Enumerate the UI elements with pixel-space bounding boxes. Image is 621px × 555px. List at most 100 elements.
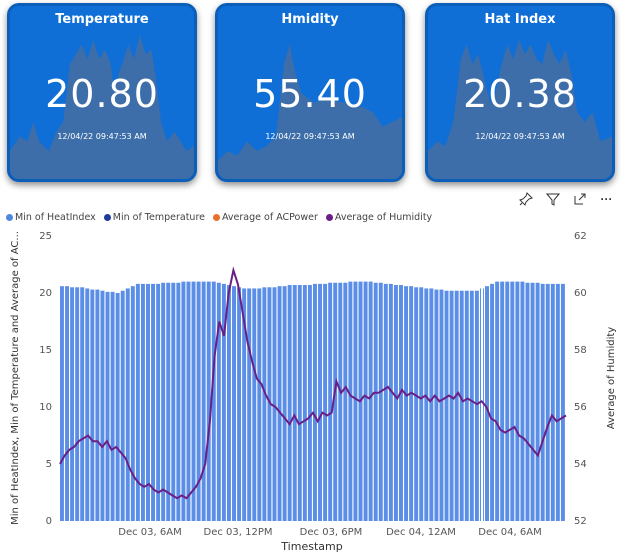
bar[interactable] xyxy=(115,293,120,521)
bar[interactable] xyxy=(151,283,156,521)
bar[interactable] xyxy=(515,281,520,521)
bar[interactable] xyxy=(510,281,515,521)
bar[interactable] xyxy=(292,285,297,521)
filter-icon[interactable] xyxy=(539,189,566,209)
bar[interactable] xyxy=(535,282,540,521)
bar[interactable] xyxy=(135,283,140,521)
bar[interactable] xyxy=(343,282,348,521)
bar[interactable] xyxy=(232,286,236,521)
bar[interactable] xyxy=(287,285,292,521)
bar[interactable] xyxy=(211,281,216,521)
bar[interactable] xyxy=(166,282,171,521)
bar[interactable] xyxy=(399,285,403,521)
bar[interactable] xyxy=(444,290,449,521)
bar[interactable] xyxy=(550,283,555,521)
bar[interactable] xyxy=(161,282,166,521)
bar[interactable] xyxy=(277,286,282,521)
bar[interactable] xyxy=(530,282,535,521)
bar[interactable] xyxy=(297,285,302,521)
more-options-icon[interactable]: ··· xyxy=(593,189,620,209)
bar[interactable] xyxy=(520,281,525,521)
bar[interactable] xyxy=(85,288,90,521)
bar[interactable] xyxy=(120,290,125,521)
bar[interactable] xyxy=(252,288,257,521)
bar[interactable] xyxy=(60,286,64,521)
bar[interactable] xyxy=(75,287,80,521)
bar[interactable] xyxy=(545,283,550,521)
bar[interactable] xyxy=(100,290,105,521)
bar[interactable] xyxy=(130,286,135,521)
bar[interactable] xyxy=(500,281,505,521)
bar[interactable] xyxy=(313,283,317,521)
legend-item[interactable]: Average of ACPower xyxy=(212,212,318,223)
bar[interactable] xyxy=(368,281,373,521)
humidity-card[interactable]: Hmidity 55.40 12/04/22 09:47:53 AM xyxy=(215,3,405,182)
bar[interactable] xyxy=(485,286,489,521)
bar[interactable] xyxy=(495,281,500,521)
focus-mode-icon[interactable] xyxy=(566,189,593,209)
bar[interactable] xyxy=(323,283,328,521)
bar[interactable] xyxy=(490,283,495,521)
bar[interactable] xyxy=(474,290,479,521)
bar[interactable] xyxy=(449,290,454,521)
bar[interactable] xyxy=(201,281,206,521)
bar[interactable] xyxy=(414,287,419,521)
bar[interactable] xyxy=(439,289,444,521)
bar[interactable] xyxy=(216,282,221,521)
bar[interactable] xyxy=(90,289,95,521)
heat-index-card[interactable]: Hat Index 20.38 12/04/22 09:47:53 AM xyxy=(425,3,615,182)
bar[interactable] xyxy=(469,290,474,521)
bar[interactable] xyxy=(363,281,368,521)
bar[interactable] xyxy=(393,285,398,521)
bar[interactable] xyxy=(464,290,469,521)
bar[interactable] xyxy=(454,290,459,521)
bar[interactable] xyxy=(383,283,388,521)
bar[interactable] xyxy=(226,285,231,521)
bar[interactable] xyxy=(459,290,464,521)
bar[interactable] xyxy=(302,285,307,521)
bar[interactable] xyxy=(237,287,242,521)
bar[interactable] xyxy=(125,288,130,521)
bar[interactable] xyxy=(307,285,312,521)
bar[interactable] xyxy=(434,289,439,521)
bar[interactable] xyxy=(105,291,110,521)
bar[interactable] xyxy=(429,288,434,521)
pin-icon[interactable] xyxy=(512,189,539,209)
bar[interactable] xyxy=(388,283,393,521)
bar[interactable] xyxy=(419,287,424,521)
bar[interactable] xyxy=(555,283,560,521)
bar[interactable] xyxy=(404,286,409,521)
bar[interactable] xyxy=(409,286,414,521)
legend-item[interactable]: Average of Humidity xyxy=(325,212,432,223)
bar[interactable] xyxy=(318,283,323,521)
bar[interactable] xyxy=(348,281,353,521)
temperature-card[interactable]: Temperature 20.80 12/04/22 09:47:53 AM xyxy=(7,3,197,182)
bar[interactable] xyxy=(156,283,161,521)
bar[interactable] xyxy=(171,282,176,521)
bar[interactable] xyxy=(70,287,75,521)
bar[interactable] xyxy=(378,282,383,521)
bar[interactable] xyxy=(257,288,262,521)
bar[interactable] xyxy=(353,281,358,521)
bar[interactable] xyxy=(338,282,343,521)
bar[interactable] xyxy=(206,281,211,521)
bar[interactable] xyxy=(262,287,267,521)
bar[interactable] xyxy=(181,281,186,521)
bar[interactable] xyxy=(560,283,565,521)
bar[interactable] xyxy=(424,288,429,521)
bar[interactable] xyxy=(373,282,378,521)
bar[interactable] xyxy=(95,289,100,521)
bar[interactable] xyxy=(176,282,181,521)
bar[interactable] xyxy=(272,287,277,521)
legend-item[interactable]: Min of HeatIndex xyxy=(6,212,96,223)
bar[interactable] xyxy=(525,282,530,521)
bar[interactable] xyxy=(505,281,510,521)
bar[interactable] xyxy=(540,283,545,521)
bar[interactable] xyxy=(328,282,333,521)
bar[interactable] xyxy=(110,291,115,521)
legend-item[interactable]: Min of Temperature xyxy=(103,212,205,223)
bar[interactable] xyxy=(191,281,196,521)
bar[interactable] xyxy=(65,286,70,521)
bar[interactable] xyxy=(80,287,85,521)
bar[interactable] xyxy=(282,286,287,521)
